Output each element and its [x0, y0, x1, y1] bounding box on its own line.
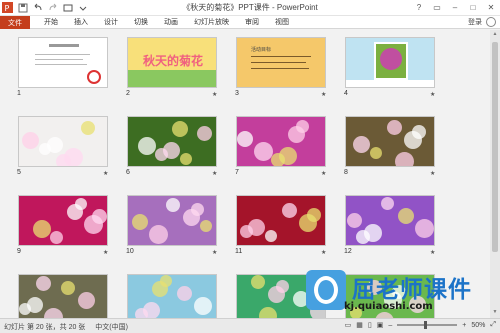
animation-star-icon: ★ [212, 250, 218, 256]
ribbon-tabs: 文件 开始 插入 设计 切换 动画 幻灯片放映 审阅 视图 登录 [0, 16, 500, 29]
slide-number: 3 [235, 90, 239, 97]
animation-star-icon: ★ [321, 171, 327, 177]
minimize-icon[interactable]: – [446, 0, 464, 15]
slide-number: 8 [344, 169, 348, 176]
close-icon[interactable]: ✕ [482, 0, 500, 15]
slide-thumbnail[interactable] [127, 116, 217, 167]
title-bar: P 《秋天的菊花》PPT课件 - PowerPoint ? ▭ – □ ✕ [0, 0, 500, 16]
animation-star-icon: ★ [212, 171, 218, 177]
slide-thumbnail[interactable] [127, 274, 217, 318]
slide-thumbnail[interactable] [127, 195, 217, 246]
zoom-in-icon[interactable]: + [462, 322, 466, 329]
reading-view-icon[interactable]: ▯ [368, 321, 372, 329]
maximize-icon[interactable]: □ [464, 0, 482, 15]
slide-number: 10 [126, 248, 134, 255]
slide-thumbnail[interactable] [345, 116, 435, 167]
tab-animations[interactable]: 动画 [156, 17, 186, 28]
slide-thumbnail[interactable] [345, 195, 435, 246]
slide-title-text: 活动目标 [251, 47, 272, 53]
animation-star-icon: ★ [321, 92, 327, 98]
slide-number: 11 [235, 248, 243, 255]
zoom-slider-knob[interactable] [424, 321, 428, 329]
scroll-up-icon[interactable]: ▲ [491, 31, 499, 39]
tab-home[interactable]: 开始 [36, 17, 66, 28]
slide-thumbnail[interactable] [18, 116, 108, 167]
slide-thumbnail[interactable] [236, 116, 326, 167]
zoom-slider[interactable] [397, 321, 458, 329]
watermark-brand: 屈老师课件 [352, 277, 472, 303]
animation-star-icon: ★ [321, 250, 327, 256]
slide-number: 2 [126, 90, 130, 97]
tab-view[interactable]: 视图 [267, 17, 297, 28]
fit-to-window-icon[interactable]: ⤢ [490, 321, 496, 329]
normal-view-icon[interactable]: ▭ [345, 321, 352, 329]
animation-star-icon: ★ [212, 92, 218, 98]
slide-number: 1 [17, 90, 21, 97]
ribbon-display-icon[interactable]: ▭ [428, 0, 446, 15]
animation-star-icon: ★ [103, 171, 109, 177]
animation-star-icon: ★ [430, 250, 436, 256]
zoom-level[interactable]: 50% [471, 322, 485, 329]
watermark: 屈老师课件 kj.quiaoshi.com [306, 270, 496, 318]
tab-design[interactable]: 设计 [96, 17, 126, 28]
slideshow-view-icon[interactable]: ▣ [377, 321, 384, 329]
animation-star-icon: ★ [103, 250, 109, 256]
slide-number: 7 [235, 169, 239, 176]
slide-thumbnail[interactable]: 活动目标 [236, 37, 326, 88]
slide-number: 12 [344, 248, 352, 255]
slide-thumbnail[interactable]: 秋天的菊花 [127, 37, 217, 88]
slide-thumbnail[interactable] [18, 37, 108, 88]
slide-thumbnail[interactable] [345, 37, 435, 88]
help-icon[interactable]: ? [410, 0, 428, 15]
slide-thumbnail[interactable] [18, 274, 108, 318]
slide-number: 9 [17, 248, 21, 255]
feedback-smiley-icon[interactable] [486, 17, 496, 27]
slide-thumbnail[interactable] [18, 195, 108, 246]
animation-star-icon: ★ [430, 171, 436, 177]
slide-number: 6 [126, 169, 130, 176]
slide-number: 4 [344, 90, 348, 97]
scroll-thumb[interactable] [492, 42, 498, 252]
slide-count-status: 幻灯片 第 20 张，共 20 张 [4, 324, 86, 331]
animation-star-icon: ★ [430, 92, 436, 98]
tab-file[interactable]: 文件 [0, 16, 30, 29]
tab-insert[interactable]: 插入 [66, 17, 96, 28]
sign-in-link[interactable]: 登录 [468, 17, 482, 28]
tab-transitions[interactable]: 切换 [126, 17, 156, 28]
zoom-out-icon[interactable]: – [388, 322, 392, 329]
tab-review[interactable]: 审阅 [237, 17, 267, 28]
slide-title-text: 秋天的菊花 [142, 54, 203, 68]
slide-thumbnail[interactable] [236, 195, 326, 246]
watermark-url: kj.quiaoshi.com [344, 301, 433, 312]
tab-slideshow[interactable]: 幻灯片放映 [186, 17, 237, 28]
language-status[interactable]: 中文(中国) [95, 322, 128, 332]
status-bar: 幻灯片 第 20 张，共 20 张 中文(中国) ▭ ▦ ▯ ▣ – + 50%… [0, 318, 500, 333]
watermark-logo-icon [306, 270, 346, 310]
slide-number: 5 [17, 169, 21, 176]
slide-sorter-view-icon[interactable]: ▦ [356, 321, 363, 329]
